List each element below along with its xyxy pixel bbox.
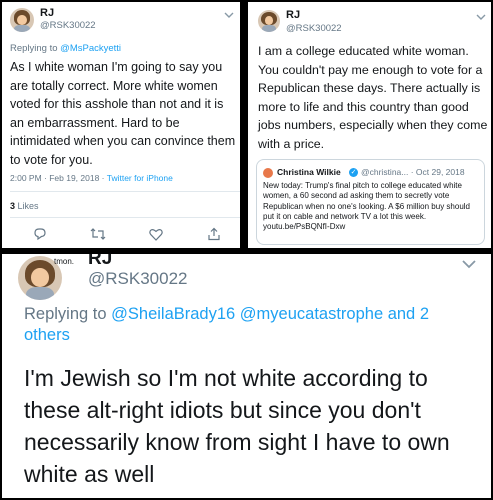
author-name[interactable]: RJ (40, 7, 54, 19)
avatar[interactable] (10, 8, 34, 32)
verified-icon: ✓ (349, 168, 358, 177)
tweet-text: I'm Jewish so I'm not white according to… (24, 365, 450, 487)
like-icon[interactable] (148, 226, 164, 242)
retweet-icon[interactable] (90, 226, 106, 242)
timestamp-text[interactable]: 2:00 PM · Feb 19, 2018 · (10, 173, 107, 183)
replying-to: Replying to @SheilaBrady16 @myeucatastro… (24, 304, 479, 346)
avatar-caption: tmon. (54, 257, 75, 266)
replying-to-label: Replying to (10, 43, 61, 54)
chevron-down-icon[interactable] (476, 8, 486, 26)
reply-icon[interactable] (32, 226, 48, 242)
quoted-avatar (263, 168, 273, 178)
author-handle[interactable]: @RSK30022 (88, 269, 188, 289)
tweet-panel-3: tmon. RJ @RSK30022 Replying to @SheilaBr… (2, 254, 491, 498)
share-icon[interactable] (206, 226, 222, 242)
chevron-down-icon[interactable] (224, 6, 234, 24)
quoted-tweet-text: New today: Trump's final pitch to colleg… (263, 181, 470, 232)
likes-count[interactable]: 3 Likes (10, 201, 39, 211)
divider (10, 191, 240, 192)
tweet-panel-1: RJ @RSK30022 Replying to @MsPackyetti As… (2, 2, 240, 248)
replying-to-label: Replying to (24, 305, 112, 323)
tweet-panel-2: RJ @RSK30022 I am a college educated whi… (248, 2, 491, 248)
avatar[interactable] (258, 10, 280, 32)
quoted-author-name: Christina Wilkie (277, 167, 341, 177)
tweet-text: I am a college educated white woman. You… (258, 44, 488, 151)
replying-to: Replying to @MsPackyetti (10, 43, 121, 54)
author-handle[interactable]: @RSK30022 (40, 20, 96, 31)
chevron-down-icon[interactable] (462, 256, 476, 274)
quoted-author-handle: @christina... · Oct 29, 2018 (361, 167, 465, 177)
author-name[interactable]: RJ (88, 254, 112, 270)
tweet-timestamp: 2:00 PM · Feb 19, 2018 · Twitter for iPh… (10, 173, 173, 183)
divider (10, 217, 240, 218)
reply-mention-link[interactable]: @MsPackyetti (60, 43, 121, 54)
tweet-actions (32, 226, 222, 242)
author-handle[interactable]: @RSK30022 (286, 23, 342, 34)
author-name[interactable]: RJ (286, 9, 300, 21)
quoted-tweet[interactable]: Christina Wilkie ✓ @christina... · Oct 2… (256, 159, 485, 245)
likes-label: Likes (15, 201, 39, 211)
source-link[interactable]: Twitter for iPhone (107, 173, 173, 183)
tweet-text: As I white woman I'm going to say you ar… (10, 60, 236, 167)
